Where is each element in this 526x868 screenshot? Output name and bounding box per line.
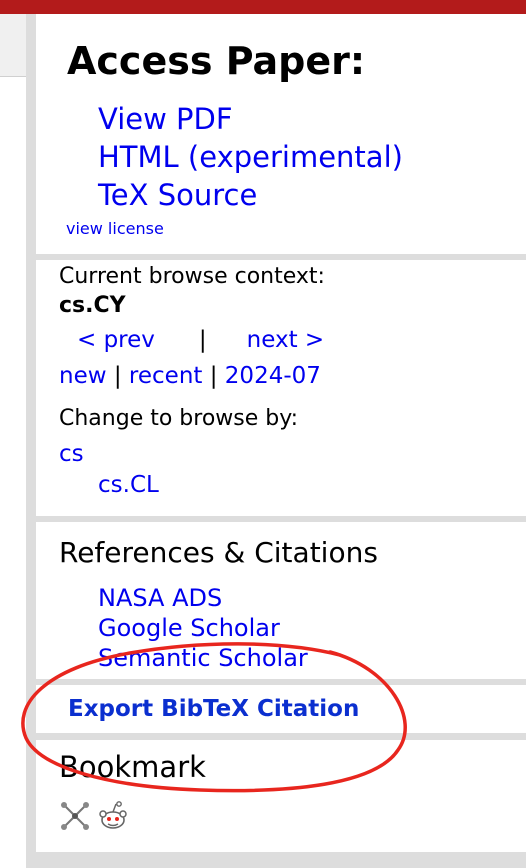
bookmark-title: Bookmark	[59, 750, 206, 784]
listing-separator-1: |	[113, 363, 122, 389]
listing-nav: new | recent | 2024-07	[59, 363, 321, 389]
references-links: NASA ADS Google Scholar Semantic Scholar	[98, 583, 308, 673]
browse-cs-cl-link[interactable]: cs.CL	[98, 472, 159, 498]
google-scholar-link[interactable]: Google Scholar	[98, 613, 308, 643]
change-browse-label: Change to browse by:	[59, 406, 299, 431]
html-experimental-link[interactable]: HTML (experimental)	[98, 138, 403, 176]
prev-link[interactable]: < prev	[77, 327, 155, 353]
export-bibtex-link[interactable]: Export BibTeX Citation	[68, 696, 359, 722]
browse-cs-link[interactable]: cs	[59, 441, 84, 467]
main-content-top-block	[0, 14, 26, 77]
view-pdf-link[interactable]: View PDF	[98, 100, 403, 138]
tex-source-link[interactable]: TeX Source	[98, 176, 403, 214]
prev-next-nav: < prev | next >	[77, 327, 324, 353]
listing-separator-2: |	[209, 363, 218, 389]
bookmark-icons	[59, 800, 129, 832]
next-link[interactable]: next >	[247, 327, 325, 353]
browse-context-label: Current browse context:	[59, 264, 325, 289]
view-license-link[interactable]: view license	[66, 219, 164, 238]
new-link[interactable]: new	[59, 363, 107, 389]
nav-separator: |	[198, 327, 207, 353]
access-paper-title: Access Paper:	[67, 39, 366, 83]
browse-context-value: cs.CY	[59, 293, 126, 318]
recent-link[interactable]: recent	[129, 363, 203, 389]
header-bar	[0, 0, 526, 14]
semantic-scholar-link[interactable]: Semantic Scholar	[98, 643, 308, 673]
nasa-ads-link[interactable]: NASA ADS	[98, 583, 308, 613]
reddit-icon[interactable]	[97, 800, 129, 832]
main-content-edge	[0, 14, 27, 868]
bibsonomy-icon[interactable]	[59, 800, 91, 832]
access-links: View PDF HTML (experimental) TeX Source	[98, 100, 403, 214]
references-title: References & Citations	[59, 536, 378, 569]
date-link[interactable]: 2024-07	[225, 363, 321, 389]
